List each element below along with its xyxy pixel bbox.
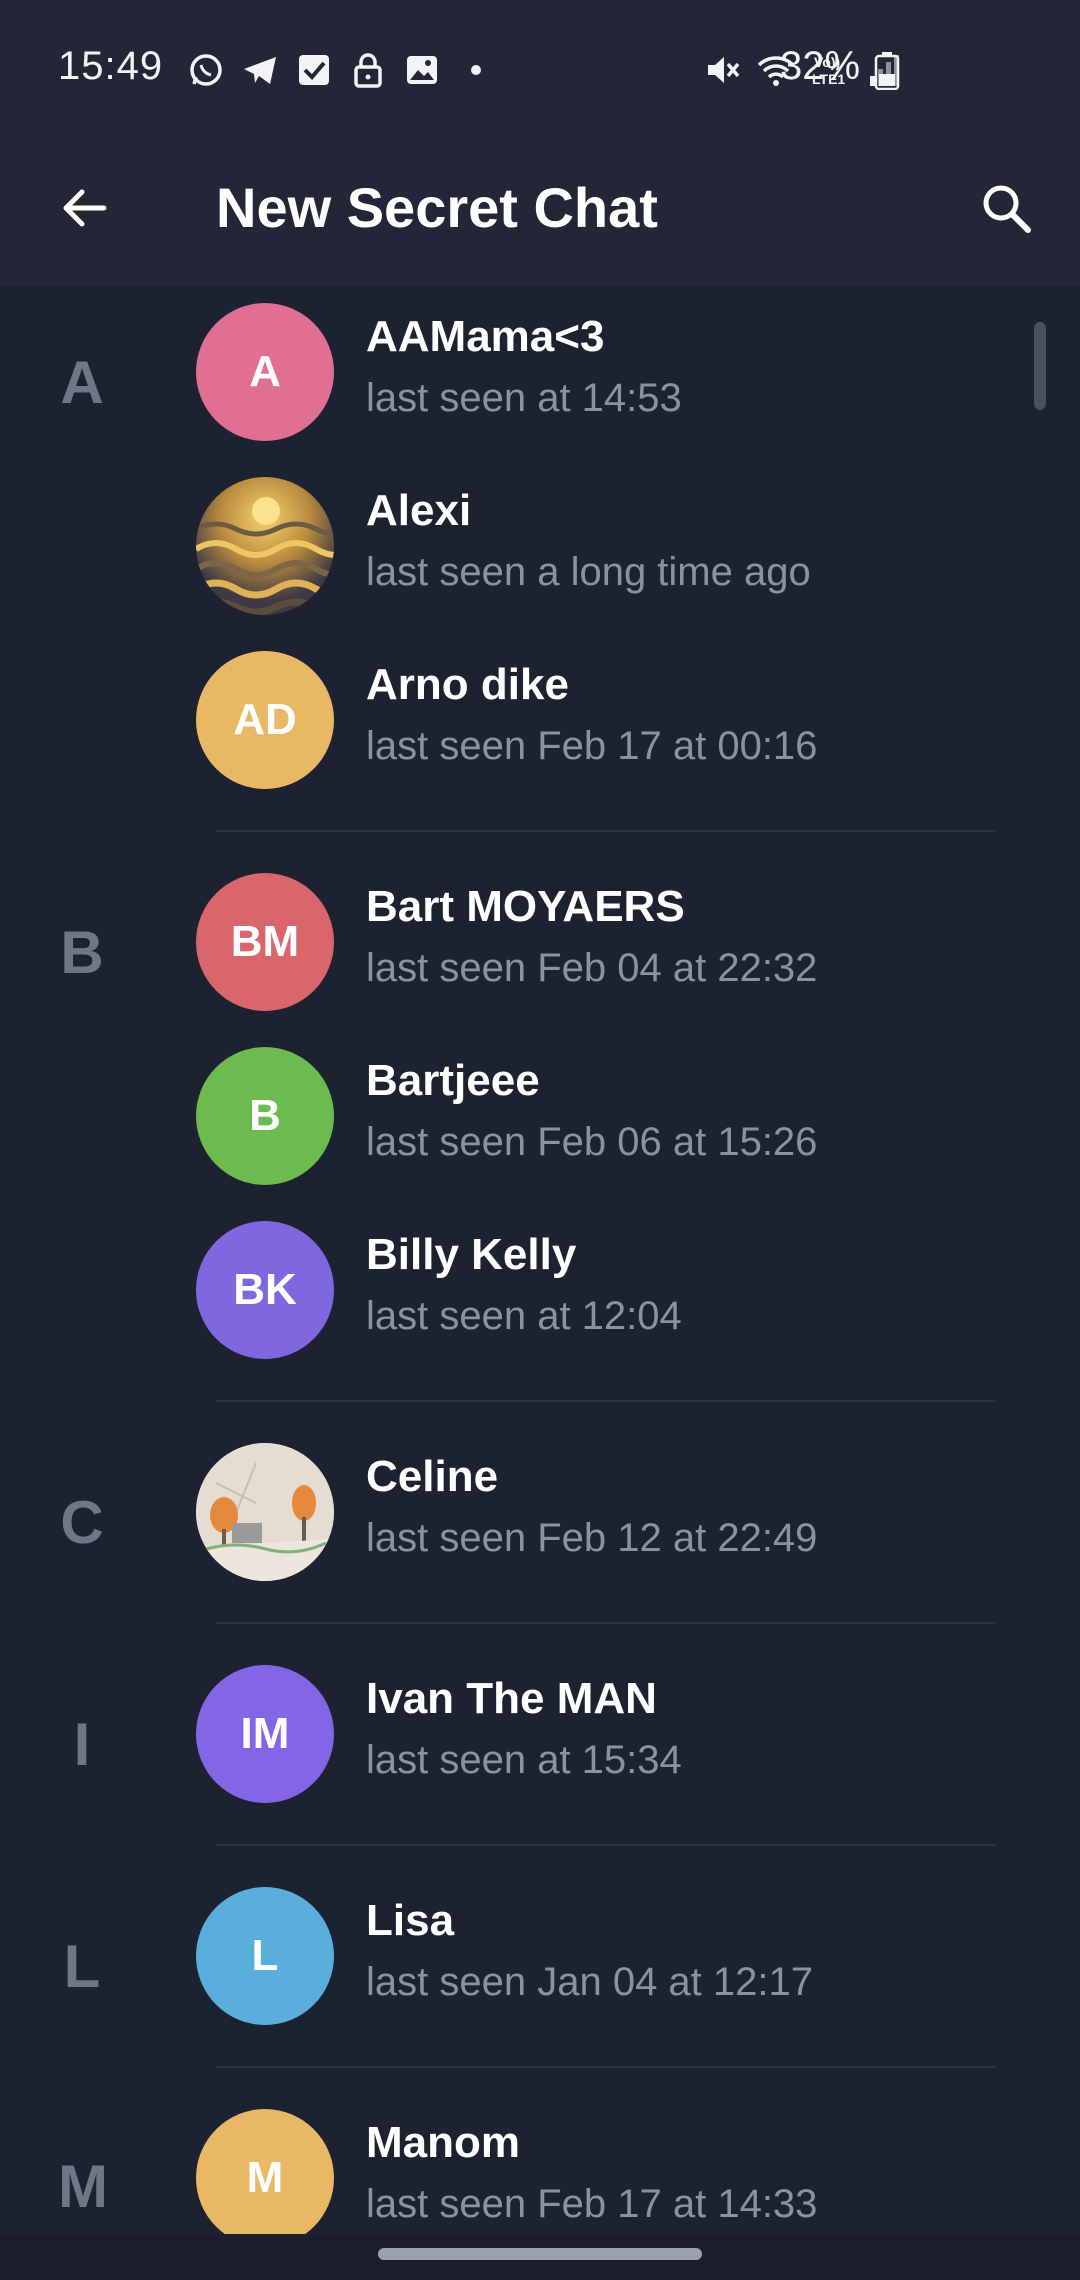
contact-row[interactable]: Alexi last seen a long time ago [170,462,1030,630]
whatsapp-icon [190,54,222,86]
avatar-initials: L [251,1931,279,1980]
contact-status: last seen at 12:04 [366,1294,682,1338]
avatar-initials: BM [230,917,300,966]
avatar [196,477,334,615]
contact-row[interactable]: A AAMama<3 last seen at 14:53 [170,288,1030,456]
section-letter: M [58,2153,108,2220]
contact-status: last seen Feb 17 at 00:16 [366,724,818,768]
battery-icon [874,52,900,90]
back-button[interactable] [44,168,124,248]
lock-icon [354,53,382,88]
checkbox-icon [299,55,329,85]
notification-icons [186,48,496,92]
battery-percent: 32% [780,44,861,88]
contact-name: Bartjeee [366,1056,540,1105]
section-letter: L [63,1933,101,2000]
mute-icon [708,57,740,83]
contact-row[interactable]: L Lisa last seen Jan 04 at 12:17 [170,1872,1030,2040]
contact-row[interactable]: IM Ivan The MAN last seen at 15:34 [170,1650,1030,1818]
avatar: B [196,1047,334,1185]
avatar-photo [196,1443,334,1581]
contact-status: last seen Feb 06 at 15:26 [366,1120,818,1164]
status-time: 15:49 [58,44,164,88]
contact-status: last seen Feb 04 at 22:32 [366,946,818,990]
contact-row[interactable]: BM Bart MOYAERS last seen Feb 04 at 22:3… [170,858,1030,1026]
contact-status: last seen Feb 17 at 14:33 [366,2182,818,2226]
avatar-initials: BK [233,1265,297,1314]
contact-row[interactable]: Celine last seen Feb 12 at 22:49 [170,1428,1030,1596]
dot-icon [471,65,481,75]
contact-name: Alexi [366,486,472,535]
section-divider [216,2066,996,2068]
avatar: IM [196,1665,334,1803]
avatar: A [196,303,334,441]
avatar: AD [196,651,334,789]
section-divider [216,830,996,832]
contact-row[interactable]: BK Billy Kelly last seen at 12:04 [170,1206,1030,1374]
navigation-bar [0,2234,1080,2280]
contact-status: last seen Jan 04 at 12:17 [366,1960,813,2004]
contact-status: last seen at 14:53 [366,376,682,420]
avatar-initials: A [249,347,281,396]
contact-name: Arno dike [366,660,569,709]
contact-name: Ivan The MAN [366,1674,657,1723]
avatar: M [196,2109,334,2234]
section-letter: I [73,1711,91,1778]
contact-status: last seen Feb 12 at 22:49 [366,1516,818,1560]
contact-row[interactable]: B Bartjeee last seen Feb 06 at 15:26 [170,1032,1030,1200]
section-letter: B [60,919,104,986]
section-divider [216,1400,996,1402]
image-icon [407,56,437,84]
section-divider [216,1622,996,1624]
contact-name: AAMama<3 [366,312,605,361]
app-header: New Secret Chat [0,138,1080,286]
scrollbar[interactable] [1034,322,1046,410]
avatar [196,1443,334,1581]
avatar: BK [196,1221,334,1359]
telegram-icon [244,57,276,84]
section-letter: C [60,1489,104,1556]
contact-name: Celine [366,1452,499,1501]
status-bar: 15:49 Vo)) LTE1 32% [0,0,1080,138]
avatar-initials: B [249,1091,281,1140]
section-divider [216,1844,996,1846]
contact-row[interactable]: M Manom last seen Feb 17 at 14:33 [170,2094,1030,2234]
search-button[interactable] [966,168,1046,248]
avatar-photo [196,477,334,615]
avatar-initials: AD [233,695,297,744]
avatar-initials: IM [240,1709,290,1758]
avatar: BM [196,873,334,1011]
contact-list[interactable]: A A AAMama<3 last seen at 14:53 Alexi la… [0,286,1080,2234]
contact-name: Lisa [366,1896,455,1945]
home-indicator[interactable] [378,2248,702,2260]
contact-name: Bart MOYAERS [366,882,685,931]
contact-row[interactable]: AD Arno dike last seen Feb 17 at 00:16 [170,636,1030,804]
contact-status: last seen at 15:34 [366,1738,682,1782]
contact-name: Billy Kelly [366,1230,577,1279]
arrow-left-icon [63,189,107,227]
section-letter: A [60,349,104,416]
contact-status: last seen a long time ago [366,550,811,594]
avatar-initials: M [246,2153,284,2202]
page-title: New Secret Chat [216,176,658,239]
search-icon [983,185,1031,233]
contact-name: Manom [366,2118,520,2167]
avatar: L [196,1887,334,2025]
